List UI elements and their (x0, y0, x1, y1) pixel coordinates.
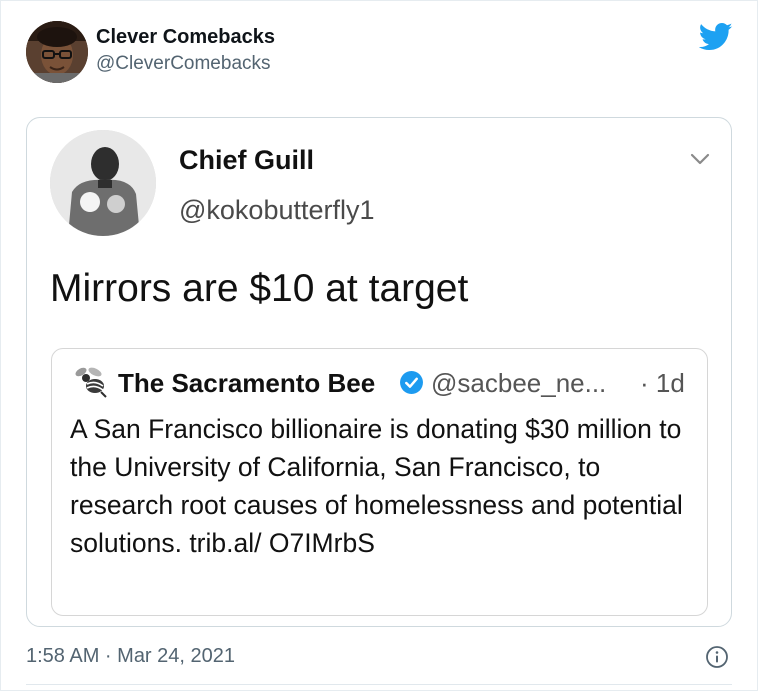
quoted-author-handle[interactable]: @kokobutterfly1 (179, 195, 375, 226)
avatar-image (26, 21, 88, 83)
chevron-down-icon[interactable] (689, 150, 711, 168)
tweet-timestamp[interactable]: 1:58 AM · Mar 24, 2021 (26, 645, 235, 668)
embedded-tweet-text: A San Francisco billionaire is donating … (70, 414, 683, 558)
quoted-author-name[interactable]: Chief Guill (179, 145, 314, 176)
divider (26, 684, 732, 685)
avatar[interactable] (26, 21, 88, 83)
info-icon[interactable] (705, 645, 729, 669)
embedded-author-name[interactable]: The Sacramento Bee (118, 368, 375, 399)
quoted-avatar[interactable] (50, 130, 156, 236)
quoted-avatar-image (50, 130, 156, 236)
sacramento-bee-logo-icon (75, 367, 107, 398)
quoted-tweet-text: Mirrors are $10 at target (50, 267, 469, 310)
twitter-bird-icon[interactable] (699, 22, 733, 52)
embedded-author-handle[interactable]: @sacbee_ne... (431, 368, 606, 399)
author-name[interactable]: Clever Comebacks (96, 26, 275, 49)
verified-badge-icon (400, 371, 423, 394)
author-handle[interactable]: @CleverComebacks (96, 53, 271, 75)
embedded-time[interactable]: · 1d (640, 368, 685, 399)
